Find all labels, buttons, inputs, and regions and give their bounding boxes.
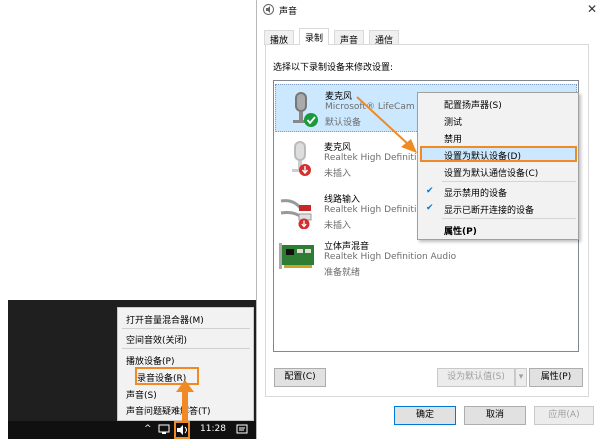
ctx-disable[interactable]: 禁用: [444, 132, 462, 145]
device-context-menu: 配置扬声器(S) 测试 禁用 设置为默认设备(D) 设置为默认通信设备(C) ✔…: [417, 92, 579, 240]
device-name: 立体声混音: [324, 242, 370, 252]
sound-card-icon: [279, 243, 314, 269]
device-detail: Realtek High Definition Audio: [324, 252, 457, 262]
ctx-configure-speakers[interactable]: 配置扬声器(S): [444, 98, 502, 111]
ctx-set-default-device[interactable]: 设置为默认设备(D): [444, 149, 521, 162]
tab-recording[interactable]: 录制: [299, 28, 330, 45]
tab-playback[interactable]: 播放: [264, 30, 295, 46]
device-status: 未插入: [324, 169, 352, 179]
ctx-properties[interactable]: 属性(P): [444, 224, 477, 237]
instruction-label: 选择以下录制设备来修改设置:: [273, 63, 394, 73]
check-icon: ✔: [426, 186, 434, 196]
set-default-button[interactable]: 设为默认值(S): [437, 368, 515, 387]
configure-button[interactable]: 配置(C): [274, 368, 326, 387]
tray-menu-sounds[interactable]: 声音(S): [126, 388, 157, 401]
apply-button[interactable]: 应用(A): [534, 406, 594, 425]
ok-button[interactable]: 确定: [394, 406, 456, 425]
device-row-stereo-mix[interactable]: 立体声混音 Realtek High Definition Audio 准备就绪: [275, 235, 577, 283]
check-icon: ✔: [426, 203, 434, 213]
ctx-show-disconnected[interactable]: 显示已断开连接的设备: [444, 203, 534, 216]
device-status: 未插入: [324, 221, 352, 231]
tab-sounds[interactable]: 声音: [334, 30, 365, 46]
ctx-separator: [442, 218, 576, 219]
line-in-cable-icon: [280, 199, 312, 229]
ctx-show-disabled[interactable]: 显示禁用的设备: [444, 186, 507, 199]
tray-menu-open-mixer[interactable]: 打开音量混合器(M): [126, 313, 204, 326]
device-name: 麦克风: [324, 143, 352, 153]
network-icon[interactable]: [158, 424, 170, 435]
set-default-dropdown-chevron-down-icon[interactable]: ▾: [515, 368, 527, 387]
ctx-set-default-comm-device[interactable]: 设置为默认通信设备(C): [444, 166, 538, 179]
diagonal-arrow-annotation: [356, 96, 417, 153]
clock[interactable]: 11:28: [200, 424, 226, 434]
microphone-icon: [292, 141, 311, 176]
ctx-test[interactable]: 测试: [444, 115, 462, 128]
title-bar: 声音 ✕: [257, 0, 604, 20]
tray-menu-separator: [122, 328, 250, 329]
close-icon[interactable]: ✕: [587, 2, 597, 16]
device-detail: Realtek High Definition: [324, 205, 428, 215]
properties-button[interactable]: 属性(P): [529, 368, 583, 387]
tray-menu-separator: [122, 348, 250, 349]
tab-communications[interactable]: 通信: [369, 30, 400, 46]
window-title: 声音: [279, 7, 298, 17]
microphone-icon: [293, 92, 318, 127]
tray-menu-spatial-sound[interactable]: 空间音效(关闭): [126, 333, 187, 346]
speaker-app-icon: [263, 4, 274, 15]
device-name: 麦克风: [325, 92, 353, 102]
taskbar: ^ 11:28: [8, 421, 256, 439]
tray-menu-playback-devices[interactable]: 播放设备(P): [126, 354, 174, 367]
chevron-up-icon[interactable]: ^: [144, 424, 152, 434]
device-status: 准备就绪: [324, 268, 361, 278]
device-name: 线路输入: [324, 195, 361, 205]
notification-icon[interactable]: [236, 424, 248, 436]
cancel-button[interactable]: 取消: [464, 406, 526, 425]
volume-icon[interactable]: [176, 425, 188, 435]
ctx-separator: [442, 181, 576, 182]
up-arrow-annotation: [176, 380, 194, 422]
